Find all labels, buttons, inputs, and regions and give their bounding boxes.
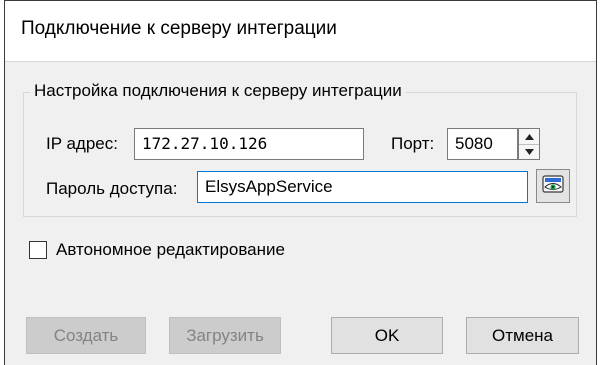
offline-edit-label[interactable]: Автономное редактирование <box>56 240 285 260</box>
port-spinner[interactable] <box>518 128 540 160</box>
triangle-up-icon[interactable] <box>519 129 539 145</box>
ok-button[interactable]: OK <box>331 317 443 354</box>
title-bar: Подключение к серверу интеграции <box>5 1 596 62</box>
offline-edit-checkbox[interactable] <box>29 241 47 259</box>
dialog-title: Подключение к серверу интеграции <box>21 18 337 39</box>
port-label: Порт: <box>391 134 435 153</box>
connection-settings-legend: Настройка подключения к серверу интеграц… <box>30 81 406 101</box>
cancel-button[interactable]: Отмена <box>466 317 579 354</box>
integration-server-dialog: Подключение к серверу интеграции Настрой… <box>4 0 597 365</box>
triangle-down-icon[interactable] <box>519 144 539 159</box>
password-label: Пароль доступа: <box>46 179 178 198</box>
show-password-button[interactable] <box>536 169 570 203</box>
create-button[interactable]: Создать <box>26 317 146 354</box>
load-button[interactable]: Загрузить <box>169 317 281 354</box>
eye-icon <box>542 174 564 198</box>
ip-address-label: IP адрес: <box>46 134 118 153</box>
ip-address-input[interactable]: 172.27.10.126 <box>134 128 364 160</box>
password-input[interactable]: ElsysAppService <box>197 171 528 203</box>
port-input[interactable]: 5080 <box>447 128 518 160</box>
